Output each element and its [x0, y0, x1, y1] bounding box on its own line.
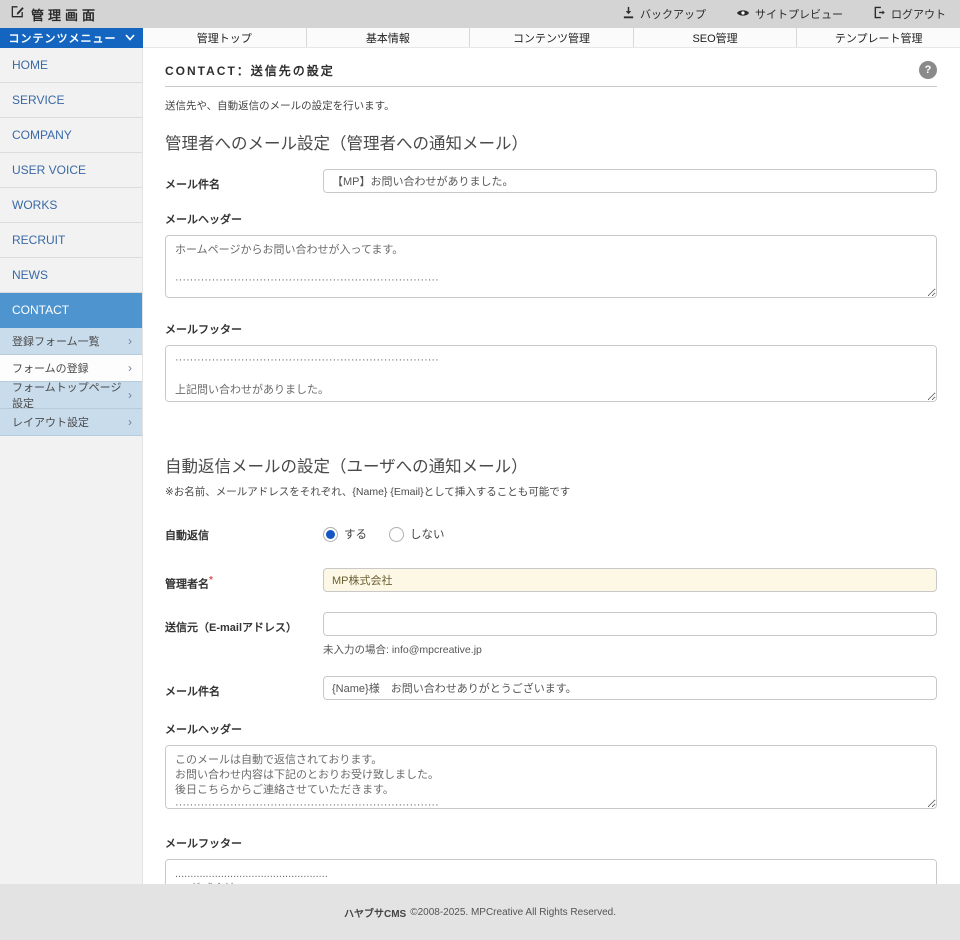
admin-subject-row: メール件名 — [165, 169, 937, 193]
radio-unselected-icon[interactable] — [389, 527, 404, 542]
page-description: 送信先や、自動返信のメールの設定を行います。 — [165, 98, 937, 113]
page-header: CONTACT：送信先の設定 ? — [165, 61, 937, 79]
from-email-note: 未入力の場合: info@mpcreative.jp — [323, 642, 937, 657]
subitem-label: フォームの登録 — [12, 360, 89, 376]
admin-mail-footer-label: メールフッター — [165, 321, 937, 337]
header-divider — [165, 86, 937, 87]
download-icon — [622, 6, 635, 22]
admin-name-label-text: 管理者名 — [165, 579, 209, 591]
auto-reply-note: ※お名前、メールアドレスをそれぞれ、{Name} {Email}として挿入するこ… — [165, 484, 937, 499]
help-icon[interactable]: ? — [919, 61, 937, 79]
logout-label: ログアウト — [891, 6, 946, 22]
site-preview-button[interactable]: サイトプレビュー — [736, 6, 843, 22]
sidebar-item-service[interactable]: SERVICE — [0, 83, 142, 118]
sidebar-item-news[interactable]: NEWS — [0, 258, 142, 293]
topbar-actions: バックアップ サイトプレビュー ログアウト — [622, 6, 946, 22]
subitem-label: 登録フォーム一覧 — [12, 333, 100, 349]
topbar: 管理画面 バックアップ サイトプレビュー — [0, 0, 960, 28]
tab-seo-management[interactable]: SEO管理 — [634, 28, 798, 47]
reply-subject-row: メール件名 — [165, 676, 937, 700]
reply-mail-footer-textarea[interactable] — [165, 859, 937, 884]
sidebar-item-company[interactable]: COMPANY — [0, 118, 142, 153]
admin-name-row: 管理者名* — [165, 568, 937, 592]
auto-reply-label: 自動返信 — [165, 520, 323, 543]
sidebar-subitem-form-top-settings[interactable]: フォームトップページ設定 › — [0, 382, 142, 409]
admin-mail-footer-textarea[interactable] — [165, 345, 937, 402]
from-email-row: 送信元（E-mailアドレス） 未入力の場合: info@mpcreative.… — [165, 612, 937, 657]
required-asterisk: * — [209, 575, 213, 586]
backup-label: バックアップ — [640, 6, 706, 22]
sidebar-item-contact[interactable]: CONTACT — [0, 293, 142, 328]
sidebar-subitem-layout-settings[interactable]: レイアウト設定 › — [0, 409, 142, 436]
chevron-right-icon: › — [128, 334, 132, 348]
site-preview-label: サイトプレビュー — [755, 6, 843, 22]
reply-mail-header-label: メールヘッダー — [165, 721, 937, 737]
site-footer: ハヤブサCMS ©2008-2025. MPCreative All Right… — [0, 884, 960, 940]
radio-off-label: しない — [410, 526, 445, 542]
content-menu-toggle[interactable]: コンテンツメニュー — [0, 28, 143, 48]
chevron-down-icon — [125, 32, 135, 44]
sidebar-subitem-form-register[interactable]: フォームの登録 › — [0, 355, 142, 382]
sidebar-subitem-form-list[interactable]: 登録フォーム一覧 › — [0, 328, 142, 355]
admin-subject-label: メール件名 — [165, 169, 323, 193]
from-email-label: 送信元（E-mailアドレス） — [165, 612, 323, 657]
main-content: CONTACT：送信先の設定 ? 送信先や、自動返信のメールの設定を行います。 … — [143, 48, 960, 884]
radio-auto-reply-off[interactable]: しない — [389, 526, 445, 542]
sidebar-item-recruit[interactable]: RECRUIT — [0, 223, 142, 258]
auto-reply-radio-row: 自動返信 する しない — [165, 520, 937, 543]
admin-subject-input[interactable] — [323, 169, 937, 193]
radio-auto-reply-on[interactable]: する — [323, 526, 367, 542]
tab-template-management[interactable]: テンプレート管理 — [797, 28, 960, 47]
top-tabs: 管理トップ 基本情報 コンテンツ管理 SEO管理 テンプレート管理 — [143, 28, 960, 48]
subitem-label: レイアウト設定 — [12, 414, 89, 430]
reply-subject-input[interactable] — [323, 676, 937, 700]
footer-brand: ハヤブサCMS — [344, 905, 406, 920]
chevron-right-icon: › — [128, 388, 132, 402]
body-row: HOME SERVICE COMPANY USER VOICE WORKS RE… — [0, 48, 960, 884]
content-menu-label: コンテンツメニュー — [9, 30, 117, 46]
subitem-label: フォームトップページ設定 — [12, 379, 128, 411]
eye-icon — [736, 7, 750, 22]
page-title: CONTACT：送信先の設定 — [165, 62, 335, 79]
app-title-group: 管理画面 — [10, 4, 99, 24]
radio-on-label: する — [344, 526, 367, 542]
reply-mail-footer-label: メールフッター — [165, 835, 937, 851]
admin-name-input[interactable] — [323, 568, 937, 592]
from-email-input[interactable] — [323, 612, 937, 636]
tab-admin-top[interactable]: 管理トップ — [143, 28, 307, 47]
admin-name-label: 管理者名* — [165, 568, 323, 592]
admin-mail-header-textarea[interactable] — [165, 235, 937, 298]
edit-square-icon — [10, 4, 25, 24]
app-title: 管理画面 — [31, 5, 99, 24]
radio-selected-icon[interactable] — [323, 527, 338, 542]
backup-button[interactable]: バックアップ — [622, 6, 706, 22]
auto-reply-radio-group: する しない — [323, 520, 937, 543]
tab-basic-info[interactable]: 基本情報 — [307, 28, 471, 47]
footer-copyright: ©2008-2025. MPCreative All Rights Reserv… — [410, 907, 616, 918]
sidebar: HOME SERVICE COMPANY USER VOICE WORKS RE… — [0, 48, 143, 884]
tab-content-management[interactable]: コンテンツ管理 — [470, 28, 634, 47]
reply-mail-header-textarea[interactable] — [165, 745, 937, 809]
chevron-right-icon: › — [128, 415, 132, 429]
logout-icon — [873, 6, 886, 22]
sidebar-item-home[interactable]: HOME — [0, 48, 142, 83]
chevron-right-icon: › — [128, 361, 132, 375]
nav-row: コンテンツメニュー 管理トップ 基本情報 コンテンツ管理 SEO管理 テンプレー… — [0, 28, 960, 48]
admin-mail-heading: 管理者へのメール設定（管理者への通知メール） — [165, 130, 937, 154]
logout-button[interactable]: ログアウト — [873, 6, 946, 22]
admin-mail-header-label: メールヘッダー — [165, 211, 937, 227]
reply-subject-label: メール件名 — [165, 676, 323, 700]
sidebar-item-user-voice[interactable]: USER VOICE — [0, 153, 142, 188]
sidebar-item-works[interactable]: WORKS — [0, 188, 142, 223]
auto-reply-heading: 自動返信メールの設定（ユーザへの通知メール） — [165, 453, 937, 477]
